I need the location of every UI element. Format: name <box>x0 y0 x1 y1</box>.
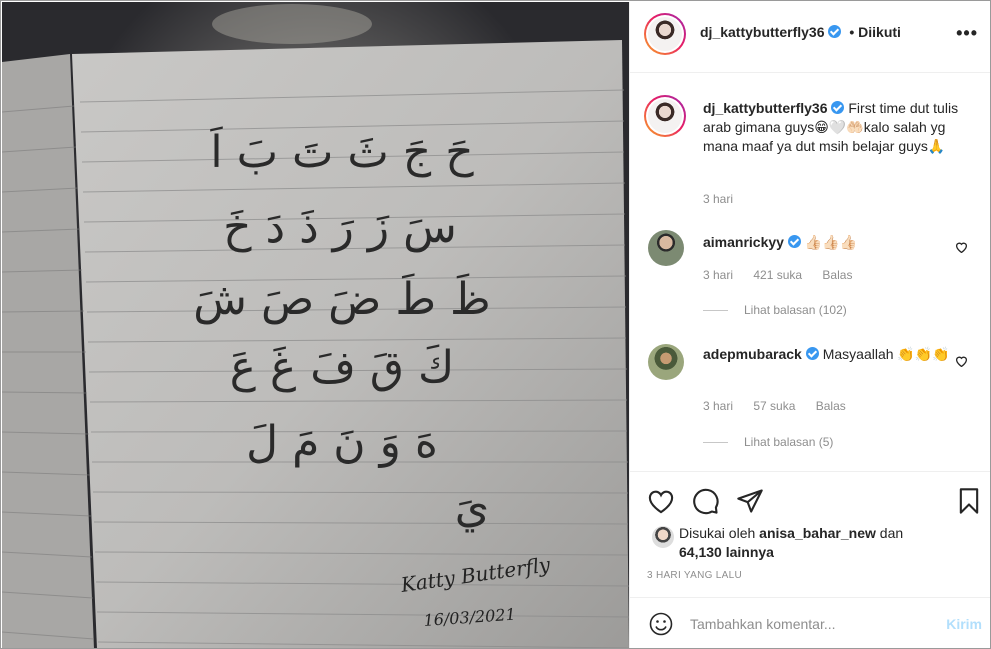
follow-status[interactable]: • Diikuti <box>849 24 901 40</box>
add-comment-bar: Tambahkan komentar... Kirim <box>630 597 990 648</box>
comment-body: adepmubarack Masyaallah 👏👏👏 <box>703 345 973 364</box>
liker-username[interactable]: anisa_bahar_new <box>759 525 876 541</box>
more-options-icon[interactable]: ••• <box>956 23 978 44</box>
post-comment-button[interactable]: Kirim <box>946 616 982 632</box>
verified-badge-icon <box>828 25 842 38</box>
comment-text: Masyaallah 👏👏👏 <box>822 346 950 362</box>
view-replies[interactable]: Lihat balasan (5) <box>703 435 833 449</box>
share-paper-plane-icon[interactable] <box>736 488 764 514</box>
handwriting-row-5: هَ وَ نَ مَ لَ <box>246 417 438 468</box>
handwriting-row-6: يَ <box>455 482 489 533</box>
comment-time[interactable]: 3 hari <box>703 399 733 413</box>
post-side-panel: dj_kattybutterfly36 • Diikuti ••• dj_kat… <box>629 2 990 648</box>
post-date[interactable]: 3 HARI YANG LALU <box>647 570 742 581</box>
likes-count[interactable]: 64,130 lainnya <box>679 544 774 560</box>
comment-likes[interactable]: 57 suka <box>753 399 795 413</box>
bookmark-save-icon[interactable] <box>957 487 981 515</box>
verified-badge-icon <box>805 347 819 360</box>
reply-button[interactable]: Balas <box>822 268 852 282</box>
comment-text: 👍🏻👍🏻👍🏻 <box>804 234 858 250</box>
view-replies[interactable]: Lihat balasan (102) <box>703 303 847 317</box>
post-image[interactable]: حَ جَ ثَ تَ بَ اَ سَ زَ رَ ذَ دَ خَ ظَ ط… <box>2 2 629 648</box>
view-replies-label[interactable]: Lihat balasan (5) <box>744 435 833 449</box>
header-avatar[interactable] <box>644 13 686 55</box>
like-heart-icon[interactable] <box>647 488 675 514</box>
handwriting-row-1: حَ جَ ثَ تَ بَ اَ <box>210 125 475 178</box>
verified-badge-icon <box>787 235 801 248</box>
handwriting-row-3: ظَ طَ ضَ صَ شَ <box>193 272 490 325</box>
comment-meta: 3 hari 57 suka Balas <box>703 399 863 413</box>
likes-connector: dan <box>879 525 904 541</box>
emoji-icon[interactable] <box>649 612 673 636</box>
comment-input[interactable]: Tambahkan komentar... <box>690 616 836 632</box>
header-username[interactable]: dj_kattybutterfly36 <box>700 24 824 40</box>
comment-body: aimanrickyy 👍🏻👍🏻👍🏻 <box>703 233 973 252</box>
comment-time[interactable]: 3 hari <box>703 268 733 282</box>
reply-button[interactable]: Balas <box>816 399 846 413</box>
comment-avatar[interactable] <box>648 230 684 266</box>
handwriting-row-2: سَ زَ رَ ذَ دَ خَ <box>223 202 457 253</box>
likes-prefix: Disukai oleh <box>679 525 756 541</box>
verified-badge-icon <box>831 101 845 114</box>
comment-username[interactable]: adepmubarack <box>703 346 802 362</box>
caption: dj_kattybutterfly36 First time dut tulis… <box>703 99 973 156</box>
view-replies-label[interactable]: Lihat balasan (102) <box>744 303 847 317</box>
comment-bubble-icon[interactable] <box>692 487 720 515</box>
caption-meta: 3 hari <box>703 192 750 206</box>
likes-summary: Disukai oleh anisa_bahar_new dan 64,130 … <box>679 524 989 562</box>
comment-avatar[interactable] <box>648 344 684 380</box>
caption-time[interactable]: 3 hari <box>703 192 733 206</box>
comment-username[interactable]: aimanrickyy <box>703 234 784 250</box>
caption-avatar[interactable] <box>644 95 686 137</box>
comment-meta: 3 hari 421 suka Balas <box>703 268 869 282</box>
post-actions: Disukai oleh anisa_bahar_new dan 64,130 … <box>630 473 990 597</box>
caption-username[interactable]: dj_kattybutterfly36 <box>703 100 827 116</box>
comments-list[interactable]: dj_kattybutterfly36 First time dut tulis… <box>630 74 990 472</box>
handwriting-row-4: كَ قَ فَ غَ عَ <box>230 342 454 393</box>
comment-like-heart-icon[interactable] <box>955 355 968 367</box>
liker-avatar[interactable] <box>652 526 674 548</box>
comment-likes[interactable]: 421 suka <box>753 268 802 282</box>
post-header: dj_kattybutterfly36 • Diikuti ••• <box>630 2 990 73</box>
instagram-post-window: حَ جَ ثَ تَ بَ اَ سَ زَ رَ ذَ دَ خَ ظَ ط… <box>0 0 991 649</box>
comment-like-heart-icon[interactable] <box>955 241 968 253</box>
